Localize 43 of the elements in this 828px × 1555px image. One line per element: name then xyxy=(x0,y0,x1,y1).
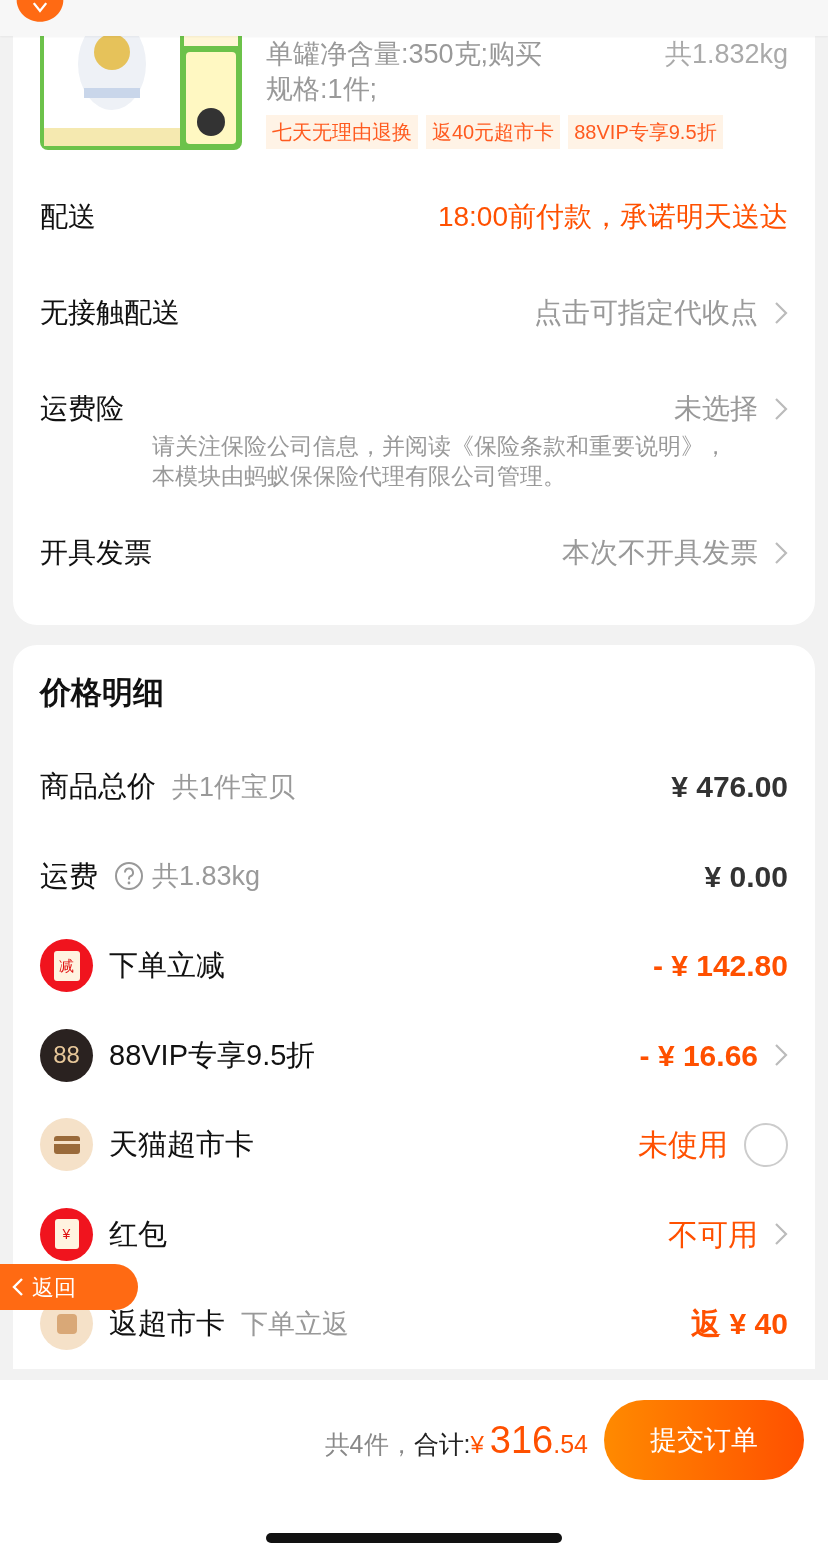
row-value[interactable]: 点击可指定代收点 xyxy=(534,292,758,334)
submit-button[interactable]: 提交订单 xyxy=(604,1400,804,1480)
row-label: 无接触配送 xyxy=(40,296,180,330)
total-label: 合计: xyxy=(413,1428,471,1460)
row-label: 运费 xyxy=(40,858,98,894)
row-label: 红包 xyxy=(109,1216,167,1252)
product-tag: 返40元超市卡 xyxy=(426,115,561,149)
row-label: 运费险 xyxy=(40,392,124,426)
row-note: 共1.83kg xyxy=(152,860,261,893)
back-button[interactable]: 返回 xyxy=(0,1264,138,1310)
card-icon xyxy=(40,1118,93,1172)
amount: ¥ 476.00 xyxy=(671,769,788,806)
amount: - ¥ 16.66 xyxy=(639,1037,758,1074)
row-label: 下单立减 xyxy=(109,948,225,983)
row-value[interactable]: 本次不开具发票 xyxy=(562,532,758,574)
product-spec: 单罐净含量:350克;购买规格:1件; xyxy=(266,38,544,106)
section-title: 价格明细 xyxy=(40,673,165,712)
radio-button[interactable] xyxy=(744,1122,788,1167)
total-amount: ¥316.54 xyxy=(470,1417,588,1463)
discount-icon: 减 xyxy=(40,939,93,993)
row-label: 商品总价 xyxy=(40,769,156,804)
envelope-icon: ¥ xyxy=(40,1207,93,1261)
amount: - ¥ 142.80 xyxy=(652,948,788,985)
row-label: 88VIP专享9.5折 xyxy=(109,1037,316,1073)
row-note: 共1件宝贝 xyxy=(172,770,296,804)
back-icon xyxy=(12,1277,24,1297)
vip-icon: 88 xyxy=(40,1028,93,1082)
item-count: 共4件， xyxy=(324,1428,414,1460)
amount: 未使用 xyxy=(638,1127,728,1164)
product-tag: 七天无理由退换 xyxy=(266,115,418,149)
insurance-note: 请关注保险公司信息，并阅读《保险条款和重要说明》，本模块由蚂蚁保保险代理有限公司管理。 xyxy=(151,432,728,491)
help-icon[interactable] xyxy=(114,861,144,892)
row-label: 配送 xyxy=(40,200,96,234)
amount: ¥ 0.00 xyxy=(704,858,788,895)
amount: 返 ¥ 40 xyxy=(691,1306,788,1343)
row-label: 天猫超市卡 xyxy=(109,1127,254,1162)
product-weight: 共1.832kg xyxy=(664,38,788,71)
row-note: 下单立返 xyxy=(241,1307,349,1341)
amount: 不可用 xyxy=(668,1216,758,1253)
row-value[interactable]: 未选择 xyxy=(674,388,758,430)
row-label: 开具发票 xyxy=(40,536,152,570)
product-tag: 88VIP专享9.5折 xyxy=(568,115,723,149)
row-value: 18:00前付款，承诺明天送达 xyxy=(437,200,788,234)
